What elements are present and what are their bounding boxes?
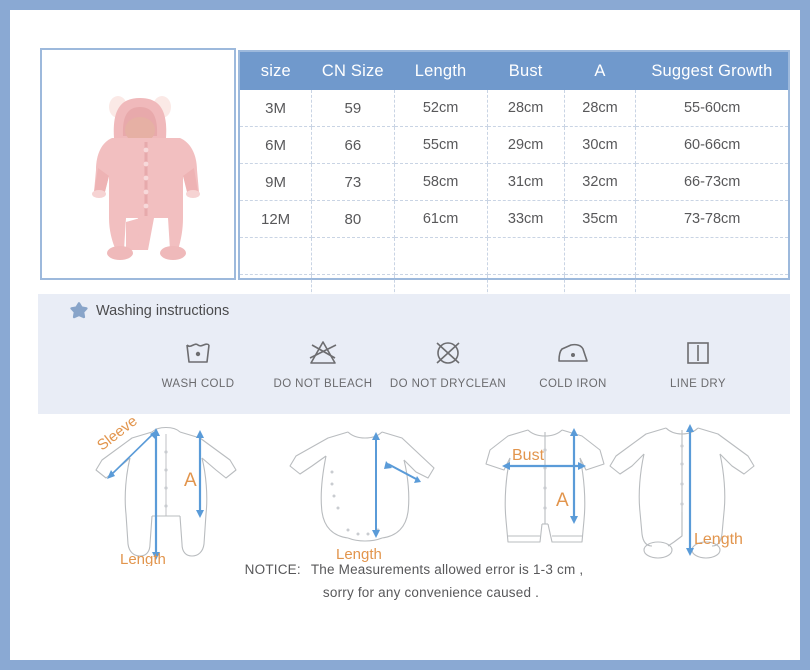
- washing-instructions-section: Washing instructions WASH COLD DO NOT BL…: [38, 294, 790, 414]
- washing-title: Washing instructions: [96, 303, 230, 319]
- cell-a: 30cm: [564, 126, 637, 164]
- page-inner: size CN Size Length Bust A Suggest Growt…: [10, 10, 800, 660]
- cell-suggest-growth: 73-78cm: [635, 200, 788, 238]
- wash-cold-icon: [181, 334, 215, 372]
- cell-length: 55cm: [394, 126, 488, 164]
- table-row: [240, 237, 788, 275]
- diagram-label-a: A: [184, 470, 197, 491]
- cell-suggest-growth: 60-66cm: [635, 126, 788, 164]
- cell-cn-size: 80: [311, 200, 395, 238]
- table-row: 9M 73 58cm 31cm 32cm 66-73cm: [240, 163, 788, 201]
- size-table: size CN Size Length Bust A Suggest Growt…: [238, 50, 790, 311]
- cell-suggest-growth: 66-73cm: [635, 163, 788, 201]
- diagram-long-sleeve-footless-romper: Sleeve A Length: [80, 413, 270, 568]
- cell-suggest-growth: 55-60cm: [635, 90, 788, 127]
- cell-length: 52cm: [394, 90, 488, 127]
- table-row: 3M 59 52cm 28cm 28cm 55-60cm: [240, 90, 788, 127]
- wash-item-cold-iron: COLD IRON: [513, 334, 633, 390]
- line-dry-icon: [683, 334, 713, 372]
- wash-item-do-not-dryclean: DO NOT DRYCLEAN: [388, 334, 508, 390]
- cell-cn-size: [311, 237, 395, 275]
- wash-item-line-dry: LINE DRY: [638, 334, 758, 390]
- notice-block: NOTICE: The Measurements allowed error is…: [38, 562, 790, 600]
- cell-suggest-growth: [635, 237, 788, 275]
- notice-line-1: NOTICE: The Measurements allowed error is…: [38, 562, 790, 577]
- col-header-a: A: [564, 52, 636, 90]
- cell-size: 3M: [240, 90, 313, 127]
- notice-text-1: The Measurements allowed error is 1-3 cm…: [310, 562, 584, 577]
- col-header-bust: Bust: [487, 52, 565, 90]
- cell-length: [394, 237, 488, 275]
- col-header-length: Length: [394, 52, 488, 90]
- wash-item-label: DO NOT BLEACH: [273, 378, 373, 390]
- table-header-row: size CN Size Length Bust A Suggest Growt…: [240, 52, 788, 90]
- cold-iron-icon: [554, 334, 592, 372]
- product-photo-frame: [40, 48, 236, 280]
- diagram-label-a: A: [556, 490, 569, 511]
- do-not-dryclean-icon: [431, 334, 465, 372]
- col-header-cn-size: CN Size: [311, 52, 395, 90]
- notice-label: NOTICE:: [244, 562, 301, 577]
- cell-size: 6M: [240, 126, 313, 164]
- product-photo: [42, 50, 234, 278]
- wash-item-label: LINE DRY: [669, 378, 727, 390]
- do-not-bleach-icon: [305, 334, 341, 372]
- cell-cn-size: 66: [311, 126, 395, 164]
- cell-length: 58cm: [394, 163, 488, 201]
- washing-icon-list: WASH COLD DO NOT BLEACH DO NOT DRYCLEAN …: [138, 334, 758, 390]
- cell-bust: 29cm: [487, 126, 565, 164]
- diagram-long-sleeve-bodysuit: Length: [278, 416, 468, 566]
- cell-cn-size: 59: [311, 90, 395, 127]
- baby-romper-photo-illustration: [42, 50, 234, 278]
- cell-a: 28cm: [564, 90, 637, 127]
- diagram-label-bust: Bust: [512, 447, 545, 464]
- col-header-suggest-growth: Suggest Growth: [635, 52, 788, 90]
- size-chart-page: size CN Size Length Bust A Suggest Growt…: [0, 0, 810, 670]
- cell-a: 32cm: [564, 163, 637, 201]
- cell-bust: 33cm: [487, 200, 565, 238]
- cell-size: 12M: [240, 200, 313, 238]
- wash-item-do-not-bleach: DO NOT BLEACH: [263, 334, 383, 390]
- size-table-grid: size CN Size Length Bust A Suggest Growt…: [240, 52, 788, 311]
- wash-item-wash-cold: WASH COLD: [138, 334, 258, 390]
- cell-bust: 31cm: [487, 163, 565, 201]
- top-section: size CN Size Length Bust A Suggest Growt…: [28, 48, 790, 311]
- cell-size: 9M: [240, 163, 313, 201]
- cell-length: 61cm: [394, 200, 488, 238]
- washing-title-row: Washing instructions: [70, 302, 229, 320]
- cell-bust: [487, 237, 565, 275]
- col-header-size: size: [240, 52, 312, 90]
- cell-cn-size: 73: [311, 163, 395, 201]
- cell-size: [240, 237, 313, 275]
- diagram-label-length: Length: [694, 531, 743, 548]
- table-row: 6M 66 55cm 29cm 30cm 60-66cm: [240, 126, 788, 164]
- cell-a: 35cm: [564, 200, 637, 238]
- star-icon: [70, 302, 88, 319]
- cell-bust: 28cm: [487, 90, 565, 127]
- wash-item-label: WASH COLD: [161, 378, 235, 390]
- diagram-label-length: Length: [336, 546, 382, 563]
- table-row: 12M 80 61cm 33cm 35cm 73-78cm: [240, 200, 788, 238]
- notice-line-2: sorry for any convenience caused .: [322, 585, 540, 600]
- diagram-long-sleeve-footed-romper: Length: [594, 416, 784, 566]
- measurement-diagrams-section: Sleeve A Length Length Bust A Length: [38, 413, 790, 568]
- wash-item-label: COLD IRON: [539, 378, 607, 390]
- cell-a: [564, 237, 637, 275]
- wash-item-label: DO NOT DRYCLEAN: [389, 378, 507, 390]
